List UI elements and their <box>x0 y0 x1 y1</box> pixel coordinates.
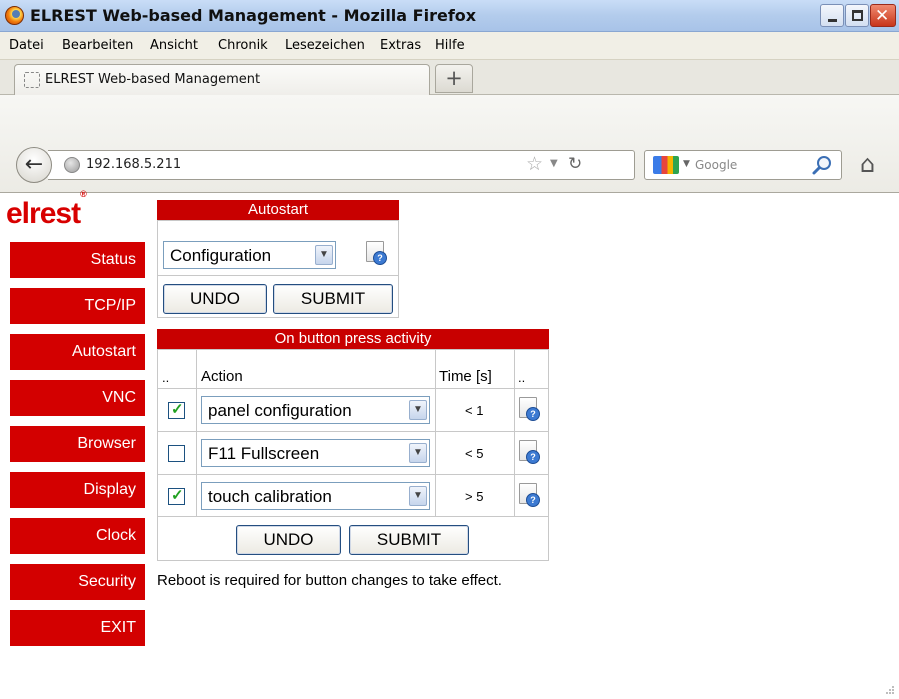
tab-label: ELREST Web-based Management <box>45 72 261 87</box>
nav-autostart[interactable]: Autostart <box>10 334 145 370</box>
close-button[interactable]: ✕ <box>870 4 896 27</box>
title-bar: ELREST Web-based Management - Mozilla Fi… <box>0 0 899 32</box>
row3-time: > 5 <box>465 489 484 504</box>
row3-action-select[interactable]: touch calibration ▼ <box>201 482 430 510</box>
menu-bar: Datei Bearbeiten Ansicht Chronik Lesezei… <box>0 32 899 60</box>
search-bar[interactable]: ▼ Google <box>644 150 842 180</box>
menu-extras[interactable]: Extras <box>380 38 421 53</box>
row2-time: < 5 <box>465 446 484 461</box>
autostart-undo-button[interactable]: UNDO <box>163 284 267 314</box>
url-bar[interactable]: 192.168.5.211 ☆ ▼ ↻ <box>48 150 635 180</box>
page-content: elrest® Status TCP/IP Autostart VNC Brow… <box>0 189 899 699</box>
menu-hilfe[interactable]: Hilfe <box>435 38 465 53</box>
menu-lesezeichen[interactable]: Lesezeichen <box>285 38 365 53</box>
row1-time: < 1 <box>465 403 484 418</box>
window-title: ELREST Web-based Management - Mozilla Fi… <box>30 6 477 25</box>
row2-action-select[interactable]: F11 Fullscreen ▼ <box>201 439 430 467</box>
tab-strip: ELREST Web-based Management + <box>0 60 899 95</box>
row1-action-select[interactable]: panel configuration ▼ <box>201 396 430 424</box>
autostart-header: Autostart <box>157 200 399 220</box>
nav-browser[interactable]: Browser <box>10 426 145 462</box>
row1-help-icon[interactable] <box>519 397 540 421</box>
row1-checkbox[interactable] <box>168 400 185 419</box>
resize-grip-icon[interactable] <box>885 685 895 695</box>
history-dropdown-icon[interactable]: ▼ <box>550 158 558 169</box>
nav-status[interactable]: Status <box>10 242 145 278</box>
nav-tcpip[interactable]: TCP/IP <box>10 288 145 324</box>
autostart-select[interactable]: Configuration ▼ <box>163 241 336 269</box>
firefox-logo-icon <box>5 6 24 25</box>
globe-icon <box>64 157 80 173</box>
column-header-help: .. <box>518 370 526 385</box>
navigation-bar: 192.168.5.211 ☆ ▼ ↻ ← ▼ Google ⌂ <box>0 95 899 193</box>
minimize-button[interactable] <box>820 4 844 27</box>
magnifier-icon[interactable] <box>811 154 833 176</box>
chevron-down-icon: ▼ <box>315 245 333 265</box>
autostart-submit-button[interactable]: SUBMIT <box>273 284 393 314</box>
chevron-down-icon: ▼ <box>409 486 427 506</box>
column-header-time: Time [s] <box>439 368 492 385</box>
elrest-logo: elrest® <box>6 189 87 230</box>
browser-window: ELREST Web-based Management - Mozilla Fi… <box>0 0 899 699</box>
activity-submit-button[interactable]: SUBMIT <box>349 525 469 555</box>
page-icon <box>24 72 40 88</box>
back-arrow-icon: ← <box>24 152 44 177</box>
google-icon[interactable] <box>653 156 679 174</box>
nav-vnc[interactable]: VNC <box>10 380 145 416</box>
url-text: 192.168.5.211 <box>86 157 182 172</box>
home-icon[interactable]: ⌂ <box>860 150 875 178</box>
menu-bearbeiten[interactable]: Bearbeiten <box>62 38 133 53</box>
close-icon: ✕ <box>875 6 890 26</box>
nav-security[interactable]: Security <box>10 564 145 600</box>
column-header-check: .. <box>162 370 170 385</box>
menu-ansicht[interactable]: Ansicht <box>150 38 198 53</box>
chevron-down-icon: ▼ <box>409 443 427 463</box>
menu-chronik[interactable]: Chronik <box>218 38 268 53</box>
bookmark-star-icon[interactable]: ☆ <box>526 153 543 175</box>
row3-checkbox[interactable] <box>168 486 185 505</box>
column-header-action: Action <box>201 368 243 385</box>
help-icon[interactable] <box>366 241 387 265</box>
nav-exit[interactable]: EXIT <box>10 610 145 646</box>
chevron-down-icon: ▼ <box>409 400 427 420</box>
tab-elrest[interactable]: ELREST Web-based Management <box>14 64 430 95</box>
maximize-icon <box>852 10 863 21</box>
row3-help-icon[interactable] <box>519 483 540 507</box>
row2-help-icon[interactable] <box>519 440 540 464</box>
search-input[interactable]: Google <box>695 158 737 172</box>
button-activity-header: On button press activity <box>157 329 549 349</box>
reboot-notice: Reboot is required for button changes to… <box>157 572 502 589</box>
nav-display[interactable]: Display <box>10 472 145 508</box>
activity-undo-button[interactable]: UNDO <box>236 525 341 555</box>
new-tab-button[interactable]: + <box>435 64 473 93</box>
reload-icon[interactable]: ↻ <box>568 154 582 174</box>
row2-checkbox[interactable] <box>168 445 185 462</box>
search-engine-dropdown-icon[interactable]: ▼ <box>683 159 690 169</box>
maximize-button[interactable] <box>845 4 869 27</box>
menu-datei[interactable]: Datei <box>9 38 44 53</box>
nav-clock[interactable]: Clock <box>10 518 145 554</box>
minimize-icon <box>828 19 837 22</box>
back-button[interactable]: ← <box>16 147 52 183</box>
